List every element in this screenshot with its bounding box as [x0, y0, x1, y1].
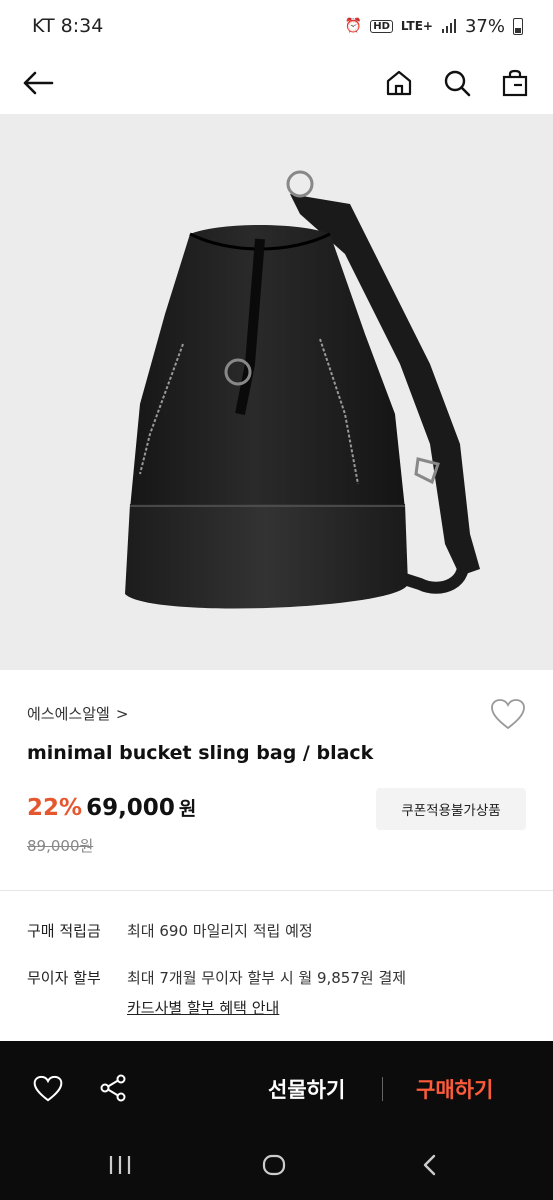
search-icon [444, 70, 471, 97]
brand-link[interactable]: 에스에스알엘 > [27, 703, 128, 724]
points-value: 최대 690 마일리지 적립 예정 [127, 922, 313, 940]
status-icons: ⏰ HD LTE+ 37% [345, 16, 523, 37]
heart-icon [33, 1075, 63, 1101]
heart-icon [491, 699, 525, 730]
installment-label: 무이자 할부 [27, 969, 101, 987]
shopping-bag-icon [502, 69, 528, 97]
sale-price: 69,000 [86, 795, 175, 821]
price-row: 22% 69,000 원 [27, 794, 196, 821]
cart-button[interactable] [499, 67, 531, 99]
share-icon [100, 1074, 126, 1102]
divider [382, 1077, 383, 1101]
home-system-button[interactable] [262, 1154, 286, 1180]
battery-percent: 37% [464, 15, 505, 37]
search-button[interactable] [441, 67, 473, 99]
installment-value: 최대 7개월 무이자 할부 시 월 9,857원 결제 [127, 969, 407, 987]
battery-icon [513, 17, 523, 35]
points-row: 구매 적립금 최대 690 마일리지 적립 예정 [27, 920, 313, 941]
home-icon [386, 70, 412, 96]
installment-benefit-link[interactable]: 카드사별 할부 혜택 안내 [127, 997, 406, 1018]
back-system-button[interactable] [420, 1154, 440, 1180]
installment-row: 무이자 할부 최대 7개월 무이자 할부 시 월 9,857원 결제 카드사별 … [27, 967, 406, 1018]
product-title: minimal bucket sling bag / black [27, 742, 374, 764]
original-price: 89,000원 [27, 837, 94, 855]
chevron-left-icon [423, 1154, 436, 1176]
brand-name: 에스에스알엘 [27, 705, 110, 723]
signal-icon [441, 19, 456, 33]
recent-apps-icon [109, 1156, 131, 1174]
divider [0, 890, 553, 891]
arrow-left-icon [23, 71, 54, 95]
carrier-time: KT 8:34 [32, 15, 104, 37]
bottom-action-bar: 선물하기 구매하기 [0, 1041, 553, 1136]
gift-button[interactable]: 선물하기 [268, 1074, 345, 1104]
points-label: 구매 적립금 [27, 922, 101, 940]
buy-button[interactable]: 구매하기 [416, 1074, 493, 1104]
bucket-bag-illustration [125, 170, 480, 609]
share-button[interactable] [97, 1072, 129, 1104]
home-button[interactable] [383, 67, 415, 99]
top-nav [0, 52, 553, 114]
home-circle-icon [262, 1154, 286, 1176]
system-nav-bar [0, 1136, 553, 1200]
chevron-right-icon: > [115, 704, 129, 723]
hd-icon: HD [370, 19, 393, 33]
network-label: LTE+ [400, 19, 433, 33]
wishlist-bottom-button[interactable] [32, 1072, 64, 1104]
back-button[interactable] [22, 67, 54, 99]
discount-rate: 22% [27, 795, 83, 821]
coupon-badge: 쿠폰적용불가상품 [376, 788, 526, 830]
recent-apps-button[interactable] [108, 1154, 132, 1180]
alarm-icon: ⏰ [344, 18, 363, 34]
product-image[interactable] [0, 114, 553, 670]
wishlist-button[interactable] [490, 698, 526, 734]
status-bar: KT 8:34 ⏰ HD LTE+ 37% [0, 0, 553, 52]
price-unit: 원 [178, 798, 197, 820]
